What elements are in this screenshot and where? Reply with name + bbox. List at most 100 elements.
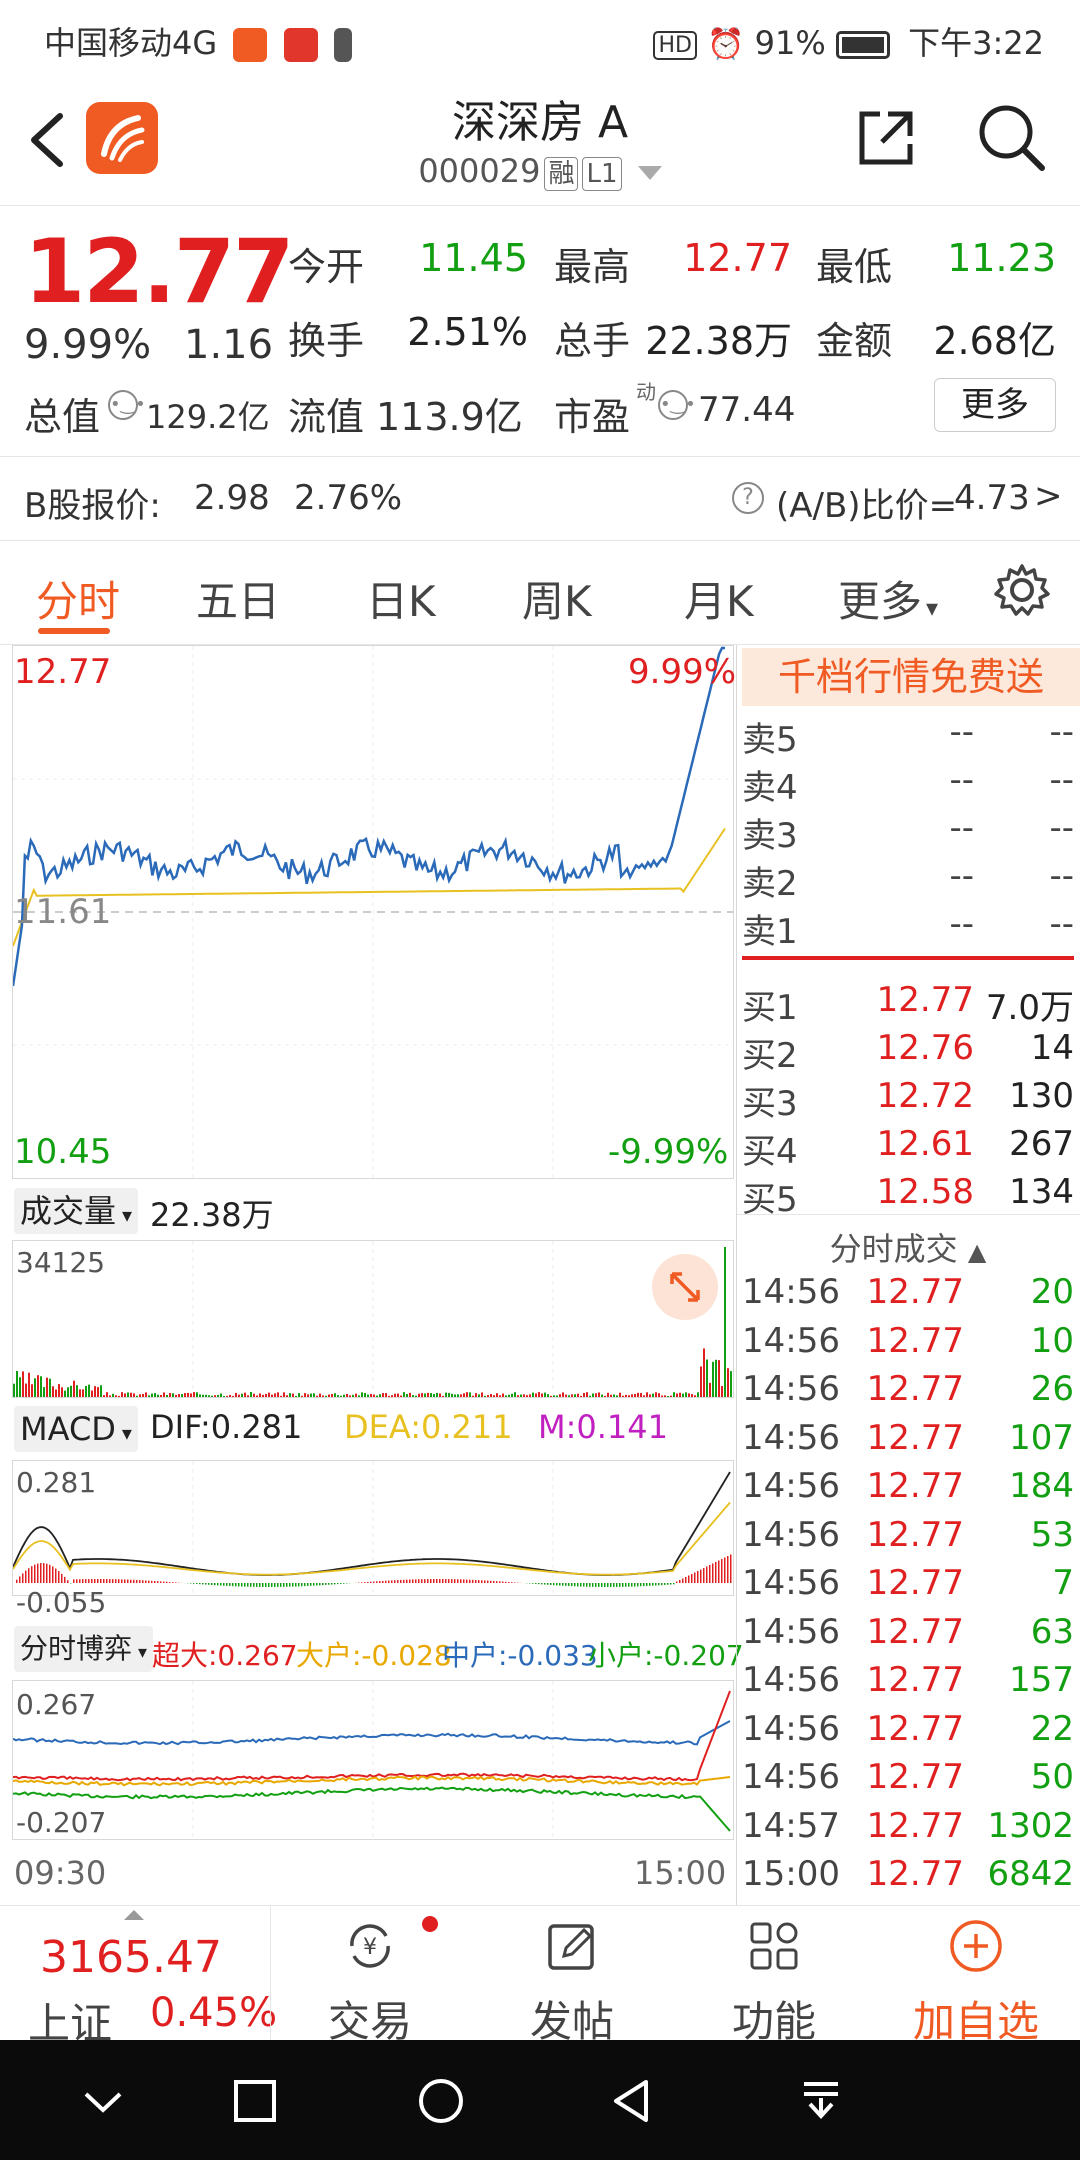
index-ticker[interactable]: 3165.47 上证 0.45%: [0, 1906, 277, 2048]
tick-row: 14:56 12.77 20: [742, 1272, 1074, 1320]
function-button[interactable]: 功能: [674, 1906, 874, 2046]
promo-banner[interactable]: 千档行情免费送: [742, 648, 1080, 706]
nav-collapse-icon[interactable]: [78, 2076, 128, 2126]
volume-bar: [124, 1393, 126, 1397]
volume-bar: [517, 1395, 519, 1397]
high-value: 12.77: [683, 236, 792, 280]
volume-bar: [724, 1247, 726, 1397]
nav-home-icon[interactable]: [416, 2076, 466, 2126]
tick-price: 12.77: [866, 1660, 964, 1700]
macd-indicator-selector[interactable]: MACD ▾: [14, 1406, 138, 1452]
volume-bar: [79, 1389, 81, 1397]
tab-more[interactable]: 更多 ▾: [838, 568, 938, 629]
volume-bar: [718, 1360, 720, 1397]
add-watchlist-button[interactable]: 加自选: [876, 1906, 1076, 2046]
search-icon[interactable]: [976, 102, 1048, 174]
ask-row[interactable]: 卖4 -- --: [742, 760, 1074, 808]
macd-bar: [682, 1578, 684, 1583]
macd-bar: [238, 1583, 240, 1587]
macd-bar: [118, 1579, 120, 1583]
chevron-right-icon[interactable]: >: [1034, 476, 1063, 516]
volume-bar: [358, 1395, 360, 1397]
settings-gear-icon[interactable]: [994, 562, 1050, 618]
nav-notification-pull-icon[interactable]: [796, 2076, 846, 2126]
macd-bar: [295, 1583, 297, 1587]
tick-volume: 26: [1030, 1369, 1074, 1409]
volume-bar: [421, 1393, 423, 1397]
intraday-chart[interactable]: [12, 645, 734, 1179]
game-super: 超大:0.267: [152, 1639, 298, 1672]
info-smile-icon[interactable]: •‿•: [108, 390, 146, 420]
volume-value: 22.38万: [645, 319, 792, 363]
macd-bar: [616, 1583, 618, 1587]
ticks-title: 分时成交: [829, 1230, 958, 1268]
tab-daily-k[interactable]: 日K: [366, 568, 436, 629]
stock-code: 000029: [418, 152, 541, 190]
volume-bar: [727, 1368, 729, 1397]
bid-label: 买2: [742, 1036, 798, 1076]
macd-bar: [514, 1582, 516, 1583]
orderbook-divider: [736, 1214, 1080, 1215]
volume-bar: [28, 1372, 30, 1397]
game-indicator-selector[interactable]: 分时博弈 ▾: [14, 1626, 154, 1672]
volume-bar: [583, 1392, 585, 1397]
tick-volume: 1302: [987, 1805, 1074, 1846]
info-smile-icon-2[interactable]: •‿•: [658, 390, 696, 420]
vertical-divider: [736, 645, 737, 1905]
tab-monthly-k[interactable]: 月K: [684, 568, 754, 629]
macd-bar: [40, 1563, 42, 1583]
macd-bar: [601, 1583, 603, 1587]
ask-row[interactable]: 卖3 -- --: [742, 808, 1074, 856]
carrier-label: 中国移动4G: [44, 24, 218, 62]
ask-row[interactable]: 卖5 -- --: [742, 712, 1074, 760]
ask-volume: --: [1049, 856, 1074, 896]
help-icon[interactable]: ?: [732, 482, 764, 514]
volume-bar: [82, 1389, 84, 1397]
post-button[interactable]: 发帖: [472, 1906, 672, 2046]
macd-bar: [385, 1580, 387, 1583]
volume-bar: [532, 1392, 534, 1397]
volume-bar: [127, 1392, 129, 1397]
ask-price: --: [949, 712, 974, 752]
macd-bar: [424, 1579, 426, 1583]
bid-row[interactable]: 买2 12.76 14: [742, 1028, 1074, 1076]
volume-bar: [652, 1393, 654, 1397]
macd-bar: [658, 1583, 660, 1586]
volume-bar: [286, 1395, 288, 1397]
volume-indicator-selector[interactable]: 成交量 ▾: [14, 1188, 139, 1234]
macd-bar: [313, 1583, 315, 1586]
volume-bar: [529, 1394, 531, 1397]
bid-row[interactable]: 买3 12.72 130: [742, 1076, 1074, 1124]
nav-back-icon[interactable]: [606, 2076, 656, 2126]
macd-bar: [451, 1579, 453, 1583]
nav-recents-icon[interactable]: [230, 2076, 280, 2126]
alert-icon: [333, 28, 352, 62]
dropdown-triangle-icon[interactable]: [637, 166, 662, 180]
tab-intraday[interactable]: 分时: [36, 568, 120, 629]
tab-five-day[interactable]: 五日: [196, 568, 280, 629]
pe-superscript: 动: [636, 380, 656, 404]
game-selector-label: 分时博弈: [20, 1632, 133, 1665]
dif-line: [13, 1471, 731, 1576]
macd-bar: [625, 1583, 627, 1587]
volume-bar: [502, 1393, 504, 1397]
macd-bar: [370, 1581, 372, 1583]
trade-button[interactable]: ¥ 交易: [270, 1906, 470, 2046]
bid-row[interactable]: 买4 12.61 267: [742, 1124, 1074, 1172]
volume-bar: [409, 1392, 411, 1397]
tab-weekly-k[interactable]: 周K: [522, 568, 592, 629]
tick-time: 14:57: [742, 1805, 840, 1846]
more-button[interactable]: 更多: [934, 378, 1056, 432]
volume-bar: [415, 1395, 417, 1397]
expand-chart-icon[interactable]: [652, 1254, 718, 1320]
index-percent: 0.45%: [150, 1990, 278, 2036]
ask-row[interactable]: 卖2 -- --: [742, 856, 1074, 904]
bid-row[interactable]: 买5 12.58 134: [742, 1172, 1074, 1220]
share-icon[interactable]: [854, 106, 918, 170]
ask-row[interactable]: 卖1 -- --: [742, 904, 1074, 952]
bid-row[interactable]: 买1 12.77 7.0万: [742, 980, 1074, 1028]
ticks-header[interactable]: 分时成交 ▲: [742, 1224, 1074, 1270]
volume-chart-svg: [13, 1241, 732, 1397]
volume-bar: [226, 1395, 228, 1397]
volume-bar: [682, 1393, 684, 1397]
